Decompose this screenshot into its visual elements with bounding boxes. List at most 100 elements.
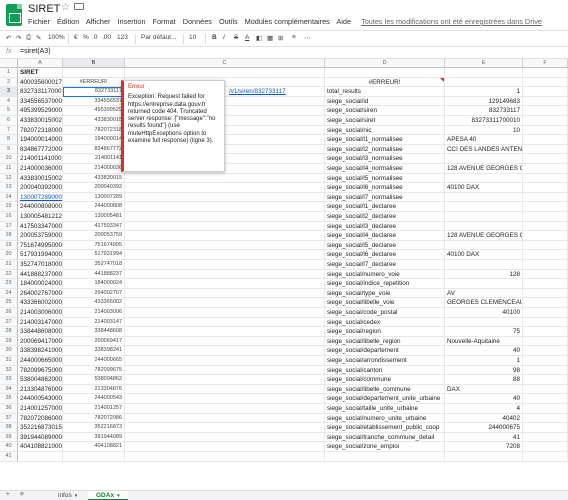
cell-b[interactable] xyxy=(63,68,125,78)
cell-a[interactable]: 832733117000 xyxy=(18,87,63,97)
cell-b[interactable]: 213304876 xyxy=(63,384,125,395)
row-header[interactable]: 17 xyxy=(0,221,18,232)
cell-d[interactable]: siege_social/departement xyxy=(325,346,445,356)
cell-d[interactable]: siege_social/l4_normalisee xyxy=(325,164,445,174)
cell-e[interactable]: 41 xyxy=(445,432,523,443)
cell-d[interactable]: siege_social/numero_unite_urbaine xyxy=(325,413,445,424)
cell-a[interactable]: 338448608000 xyxy=(18,327,63,337)
row-header[interactable]: 35 xyxy=(0,394,18,404)
cell-f[interactable] xyxy=(523,116,568,126)
cell-f[interactable] xyxy=(523,404,568,414)
cell-c[interactable] xyxy=(125,452,325,462)
select-all-corner[interactable] xyxy=(0,59,18,68)
row-header[interactable]: 25 xyxy=(0,298,18,308)
cell-e[interactable]: 40100 DAX xyxy=(445,183,523,193)
cell-e[interactable]: AV xyxy=(445,288,523,299)
text-color-button[interactable]: A xyxy=(245,34,249,41)
cell-e[interactable] xyxy=(445,260,523,270)
cell-d[interactable]: siege_social/l5_normalisee xyxy=(325,173,445,184)
cell-c[interactable] xyxy=(125,404,325,414)
cell-d[interactable]: siege_social/l1_normalisee xyxy=(325,135,445,145)
cell-b[interactable]: 338448608 xyxy=(63,327,125,337)
cell-f[interactable] xyxy=(523,365,568,376)
cell-a[interactable]: 433366002000 xyxy=(18,298,63,308)
cell-a[interactable]: 334556537000 xyxy=(18,96,63,107)
cell-e[interactable]: 40100 xyxy=(445,308,523,318)
cell-e[interactable]: 88 xyxy=(445,375,523,385)
add-sheet-button[interactable]: + xyxy=(6,491,10,498)
cell-d[interactable]: siege_social/id xyxy=(325,96,445,107)
cell-b[interactable]: 782072318 xyxy=(63,125,125,136)
cell-d[interactable]: siege_social/libelle_commune xyxy=(325,384,445,395)
menu-addons[interactable]: Modules complémentaires xyxy=(245,17,330,26)
cell-a[interactable]: 834867772000 xyxy=(18,144,63,155)
align-icon[interactable]: ≡ xyxy=(292,34,296,41)
row-header[interactable]: 22 xyxy=(0,269,18,280)
row-header[interactable]: 39 xyxy=(0,432,18,443)
cell-e[interactable] xyxy=(445,202,523,212)
cell-f[interactable] xyxy=(523,77,568,88)
cell-a[interactable]: 244000665000 xyxy=(18,356,63,366)
cell-a[interactable]: 214003147000 xyxy=(18,317,63,328)
cell-a[interactable]: 433830015002 xyxy=(18,173,63,184)
row-header[interactable]: 33 xyxy=(0,375,18,385)
cell-d[interactable]: siege_social/l3_normalisee xyxy=(325,154,445,164)
cell-a[interactable]: 213304876000 xyxy=(18,384,63,395)
cell-e[interactable]: GEORGES CLEMENCEAU xyxy=(445,298,523,308)
cell-d[interactable]: siege_social/siret xyxy=(325,116,445,126)
cell-f[interactable] xyxy=(523,154,568,164)
cell-e[interactable] xyxy=(445,452,523,462)
cell-b[interactable]: 214000036 xyxy=(63,164,125,174)
cell-f[interactable] xyxy=(523,96,568,107)
cell-e[interactable]: 129149683 xyxy=(445,96,523,107)
cell-c[interactable] xyxy=(125,356,325,366)
cell-d[interactable]: siege_social/arrondissement xyxy=(325,356,445,366)
cell-a[interactable]: 338398241000 xyxy=(18,346,63,356)
cell-a[interactable]: 433830015002 xyxy=(18,116,63,126)
cell-b[interactable]: 832733117 xyxy=(63,87,125,97)
cell-d[interactable]: siege_social/commune xyxy=(325,375,445,385)
row-header[interactable]: 13 xyxy=(0,183,18,193)
cell-d[interactable]: siege_social/cedex xyxy=(325,317,445,328)
more-icon[interactable]: ⋯ xyxy=(304,34,311,42)
cell-b[interactable]: 433830015 xyxy=(63,173,125,184)
column-header-d[interactable]: D xyxy=(325,59,445,68)
cell-e[interactable]: 128 AVENUE GEORGES CLEMENCEAU xyxy=(445,164,523,174)
cell-c[interactable] xyxy=(125,202,325,212)
cell-d[interactable]: siege_social/region xyxy=(325,327,445,337)
cell-b[interactable]: 200069417 xyxy=(63,336,125,347)
row-header[interactable]: 9 xyxy=(0,144,18,155)
cell-f[interactable] xyxy=(523,164,568,174)
cell-a[interactable]: 782099675000 xyxy=(18,365,63,376)
cell-e[interactable]: APESA 40 xyxy=(445,135,523,145)
cell-c[interactable] xyxy=(125,298,325,308)
cell-b[interactable]: 517931994 xyxy=(63,250,125,260)
cell-f[interactable] xyxy=(523,413,568,424)
row-header[interactable]: 6 xyxy=(0,116,18,126)
column-header-e[interactable]: E xyxy=(445,59,523,68)
cell-c[interactable] xyxy=(125,192,325,203)
cell-e[interactable] xyxy=(445,154,523,164)
cell-e[interactable] xyxy=(445,192,523,203)
cell-f[interactable] xyxy=(523,269,568,280)
sheet-tab-gdax[interactable]: GDAx ▾ xyxy=(88,491,128,500)
cell-e[interactable]: Nouvelle-Aquitaine xyxy=(445,336,523,347)
cell-e[interactable]: DAX xyxy=(445,384,523,395)
cell-f[interactable] xyxy=(523,231,568,241)
cell-c[interactable] xyxy=(125,288,325,299)
cell-d[interactable]: siege_social/l4_declaree xyxy=(325,231,445,241)
row-header[interactable]: 40 xyxy=(0,442,18,452)
autosave-status[interactable]: Toutes les modifications ont été enregis… xyxy=(361,17,542,26)
cell-d[interactable] xyxy=(325,68,445,78)
cell-a[interactable]: 244000808000 xyxy=(18,202,63,212)
row-header[interactable]: 24 xyxy=(0,288,18,299)
cell-b[interactable]: 200040392 xyxy=(63,183,125,193)
cell-a[interactable]: 400035600017 xyxy=(18,77,63,88)
cell-d[interactable]: #ERREUR! xyxy=(325,77,445,88)
cell-b[interactable]: 495399529 xyxy=(63,106,125,116)
cell-a[interactable]: 417503347000 xyxy=(18,221,63,232)
row-header[interactable]: 3 xyxy=(0,87,18,97)
chevron-down-icon[interactable]: ▾ xyxy=(75,493,78,499)
cell-d[interactable]: siege_social/numero_voie xyxy=(325,269,445,280)
chevron-down-icon[interactable]: ▾ xyxy=(117,493,120,499)
